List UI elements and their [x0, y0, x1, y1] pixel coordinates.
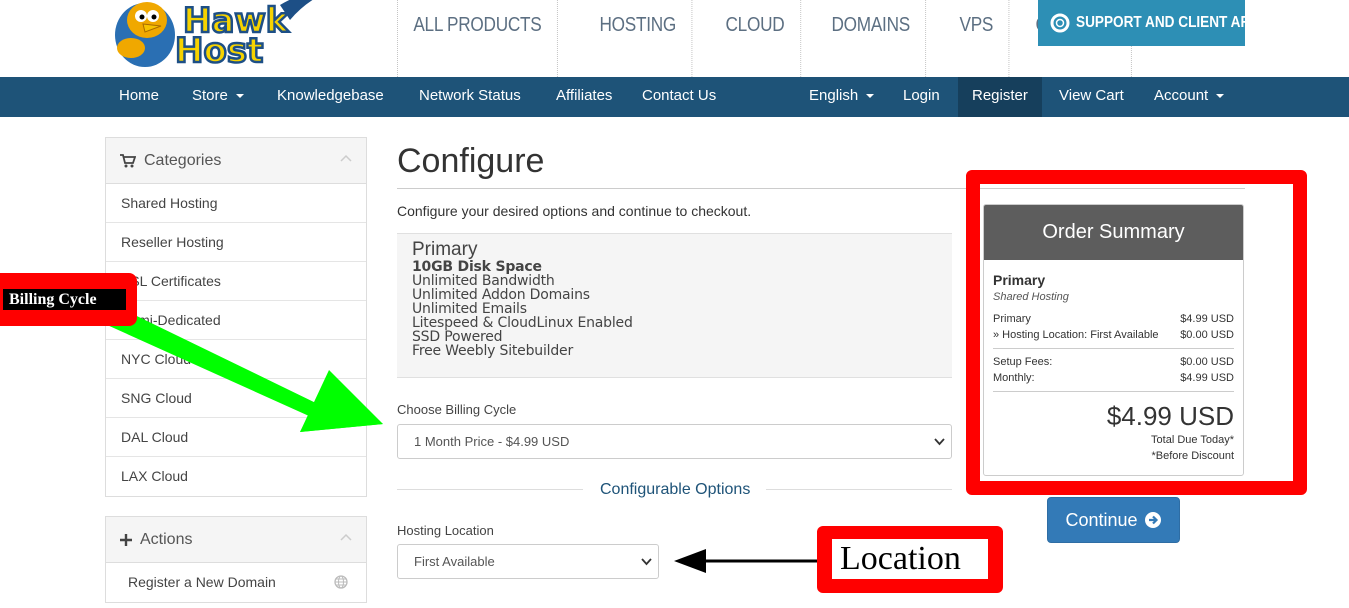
caret-down-icon [235, 94, 244, 99]
actions-panel: Actions Register a New Domain [105, 516, 367, 603]
billing-cycle-annotation: Billing Cycle [0, 273, 137, 326]
page-title: Configure [397, 142, 545, 180]
nav-store-label: Store [192, 87, 228, 104]
action-register-domain[interactable]: Register a New Domain [106, 563, 366, 602]
location-annotation: Location [817, 526, 1003, 593]
category-reseller-hosting[interactable]: Reseller Hosting [106, 223, 366, 262]
product-name: Primary [412, 239, 478, 260]
top-nav-domains[interactable]: DOMAINS [816, 0, 926, 77]
plus-icon [120, 533, 132, 546]
nav-store[interactable]: Store [192, 77, 244, 117]
nav-knowledgebase[interactable]: Knowledgebase [277, 77, 384, 117]
top-header: Hawk Host ALL PRODUCTS HOSTING CLOUD DOM… [0, 0, 1349, 77]
nav-language-label: English [809, 87, 859, 104]
support-client-area-button[interactable]: SUPPORT AND CLIENT AREA [1038, 0, 1269, 46]
nav-contact-us[interactable]: Contact Us [642, 77, 716, 117]
nav-login[interactable]: Login [903, 77, 940, 117]
chevron-up-icon[interactable] [340, 533, 352, 541]
svg-text:Host: Host [175, 31, 263, 70]
action-register-domain-label: Register a New Domain [128, 574, 276, 590]
top-nav-all-products[interactable]: ALL PRODUCTS [397, 0, 558, 77]
category-semi-dedicated[interactable]: Semi-Dedicated [106, 301, 366, 340]
nav-account[interactable]: Account [1154, 77, 1225, 117]
top-nav-cloud[interactable]: CLOUD [710, 0, 801, 77]
caret-down-icon [866, 94, 875, 99]
lifebuoy-icon [1050, 13, 1070, 33]
actions-header[interactable]: Actions [106, 517, 366, 563]
actions-title: Actions [140, 530, 193, 548]
nav-view-cart[interactable]: View Cart [1059, 77, 1124, 117]
hosting-location-value: First Available [414, 554, 495, 569]
nav-home[interactable]: Home [119, 77, 159, 117]
globe-icon [334, 575, 348, 589]
shopping-cart-icon [120, 153, 136, 167]
category-lax-cloud[interactable]: LAX Cloud [106, 457, 366, 496]
product-feature: Unlimited Addon Domains [412, 287, 590, 303]
product-feature: Unlimited Emails [412, 301, 527, 317]
product-feature: 10GB Disk Space [412, 259, 542, 275]
product-info-box: Primary 10GB Disk Space Unlimited Bandwi… [397, 233, 952, 378]
caret-down-icon [1216, 94, 1225, 99]
continue-button[interactable]: Continue [1047, 497, 1180, 543]
arrow-circle-right-icon [1144, 512, 1161, 528]
product-feature: Free Weebly Sitebuilder [412, 343, 573, 359]
top-nav-vps[interactable]: VPS [944, 0, 1010, 77]
nav-affiliates[interactable]: Affiliates [556, 77, 612, 117]
category-dal-cloud[interactable]: DAL Cloud [106, 418, 366, 457]
configurable-options-title: Configurable Options [600, 481, 751, 498]
black-arrow [674, 549, 817, 573]
nav-register[interactable]: Register [958, 77, 1042, 117]
nav-account-label: Account [1154, 87, 1209, 104]
location-annotation-label: Location [832, 539, 988, 579]
billing-cycle-annotation-label: Billing Cycle [3, 289, 126, 310]
billing-cycle-value: 1 Month Price - $4.99 USD [414, 434, 570, 449]
category-shared-hosting[interactable]: Shared Hosting [106, 184, 366, 223]
product-feature: Litespeed & CloudLinux Enabled [412, 315, 633, 331]
top-nav-hosting[interactable]: HOSTING [584, 0, 693, 77]
page: Hawk Host ALL PRODUCTS HOSTING CLOUD DOM… [0, 0, 1349, 608]
billing-cycle-select[interactable]: 1 Month Price - $4.99 USD [397, 424, 952, 459]
options-divider-right [766, 489, 952, 490]
continue-label: Continue [1065, 509, 1138, 530]
order-summary-highlight [966, 170, 1307, 495]
categories-header[interactable]: Categories [106, 138, 366, 184]
chevron-down-icon [934, 438, 945, 446]
hawk-host-logo[interactable]: Hawk Host [105, 0, 325, 70]
categories-panel: Categories Shared Hosting Reseller Hosti… [105, 137, 367, 497]
category-sng-cloud[interactable]: SNG Cloud [106, 379, 366, 418]
support-button-label: SUPPORT AND CLIENT AREA [1076, 14, 1270, 31]
billing-cycle-label: Choose Billing Cycle [397, 402, 517, 417]
category-nyc-cloud[interactable]: NYC Cloud [106, 340, 366, 379]
chevron-down-icon [641, 558, 652, 566]
nav-language[interactable]: English [809, 77, 875, 117]
product-feature: Unlimited Bandwidth [412, 273, 555, 289]
category-ssl-certificates[interactable]: SSL Certificates [106, 262, 366, 301]
hosting-location-select[interactable]: First Available [397, 544, 659, 579]
categories-title: Categories [144, 151, 222, 169]
product-feature: SSD Powered [412, 329, 503, 345]
nav-network-status[interactable]: Network Status [419, 77, 521, 117]
hosting-location-label: Hosting Location [397, 523, 494, 538]
main-nav: Home Store Knowledgebase Network Status … [0, 77, 1349, 117]
page-subtitle: Configure your desired options and conti… [397, 203, 752, 219]
chevron-up-icon[interactable] [340, 154, 352, 162]
options-divider-left [397, 489, 583, 490]
